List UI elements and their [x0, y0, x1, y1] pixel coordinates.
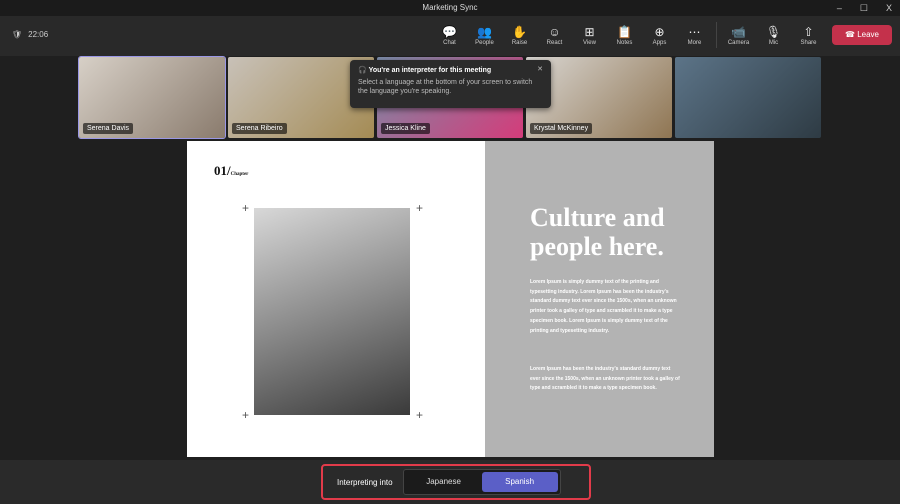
smiley-icon: ☺: [548, 25, 561, 39]
language-option-japanese[interactable]: Japanese: [406, 472, 482, 492]
label: People: [475, 40, 494, 46]
meeting-timer: 22:06: [28, 30, 49, 39]
label: Raise: [511, 40, 528, 46]
maximize-button[interactable]: ☐: [860, 0, 868, 16]
label: Share: [800, 40, 817, 46]
video-tile[interactable]: [675, 57, 821, 138]
slide-paragraph: Lorem Ipsum is simply dummy text of the …: [530, 279, 677, 334]
notes-button[interactable]: 📋 Notes: [607, 24, 642, 46]
meeting-toolbar: 🛡 22:06 💬 Chat 👥 People ✋ Raise ☺ React ⊞ View…: [0, 16, 900, 56]
apps-icon: ⊕: [654, 25, 665, 39]
headset-icon: 🎧: [358, 67, 369, 74]
chat-button[interactable]: 💬 Chat: [432, 24, 467, 46]
label: Camera: [727, 40, 750, 46]
camera-button[interactable]: 📹 Camera: [721, 24, 756, 46]
participant-name: Jessica Kline: [381, 123, 430, 134]
chat-icon: 💬: [442, 25, 457, 39]
label: Mic: [768, 40, 779, 46]
hand-icon: ✋: [512, 25, 527, 39]
notes-icon: 📋: [617, 25, 632, 39]
plus-mark-icon: +: [242, 201, 250, 215]
apps-button[interactable]: ⊕ Apps: [642, 24, 677, 46]
label: Notes: [616, 40, 633, 46]
leave-label: Leave: [857, 30, 879, 39]
mic-icon: 🎙: [765, 25, 782, 39]
interpreting-label: Interpreting into: [337, 477, 393, 487]
plus-mark-icon: +: [416, 408, 424, 422]
plus-mark-icon: +: [242, 408, 250, 422]
window-title: Marketing Sync: [422, 3, 478, 12]
label: View: [583, 40, 596, 46]
share-icon: ⇧: [803, 25, 814, 39]
view-button[interactable]: ⊞ View: [572, 24, 607, 46]
leave-button[interactable]: ☎ Leave: [832, 25, 892, 45]
chapter-number: 01: [214, 163, 227, 178]
slide-paragraph: Lorem Ipsum has been the industry's stan…: [530, 366, 680, 392]
more-icon: ⋯: [688, 25, 701, 39]
participant-name: Serena Ribeiro: [232, 123, 287, 134]
participant-name: Krystal McKinney: [530, 123, 593, 134]
video-tile[interactable]: Serena Davis: [78, 56, 226, 139]
grid-icon: ⊞: [584, 25, 595, 39]
close-button[interactable]: X: [886, 0, 892, 16]
plus-mark-icon: +: [416, 201, 424, 215]
interpreting-control: Interpreting into Japanese Spanish: [321, 464, 591, 500]
more-button[interactable]: ⋯ More: [677, 24, 712, 46]
label: React: [546, 40, 563, 46]
people-icon: 👥: [477, 25, 492, 39]
close-tooltip-button[interactable]: ✕: [537, 65, 543, 73]
language-toggle: Japanese Spanish: [402, 469, 561, 495]
people-button[interactable]: 👥 People: [467, 24, 502, 46]
react-button[interactable]: ☺ React: [537, 24, 572, 46]
share-button[interactable]: ⇧ Share: [791, 24, 826, 46]
shield-icon: 🛡: [12, 30, 23, 39]
label: More: [687, 40, 702, 46]
shared-slide: 01/Chapter + + + + Culture and people he…: [187, 141, 714, 457]
camera-icon: 📹: [731, 25, 746, 39]
slide-photo: [254, 208, 410, 415]
divider: [716, 22, 717, 48]
tooltip-title: You're an interpreter for this meeting: [368, 67, 492, 74]
participant-name: Serena Davis: [83, 123, 134, 134]
interpreter-tooltip: 🎧 You're an interpreter for this meeting…: [350, 60, 551, 108]
chapter-marker: 01/Chapter: [214, 163, 249, 178]
language-option-spanish[interactable]: Spanish: [481, 472, 558, 492]
mic-button[interactable]: 🎙 Mic: [756, 24, 791, 46]
chapter-label: Chapter: [230, 172, 249, 177]
slide-heading: Culture and people here.: [530, 203, 665, 261]
title-bar: Marketing Sync – ☐ X: [0, 0, 900, 16]
raise-button[interactable]: ✋ Raise: [502, 24, 537, 46]
minimize-button[interactable]: –: [837, 0, 842, 16]
phone-icon: ☎: [845, 30, 858, 39]
tooltip-body: Select a language at the bottom of your …: [358, 79, 533, 95]
label: Apps: [652, 40, 667, 46]
label: Chat: [443, 40, 456, 46]
